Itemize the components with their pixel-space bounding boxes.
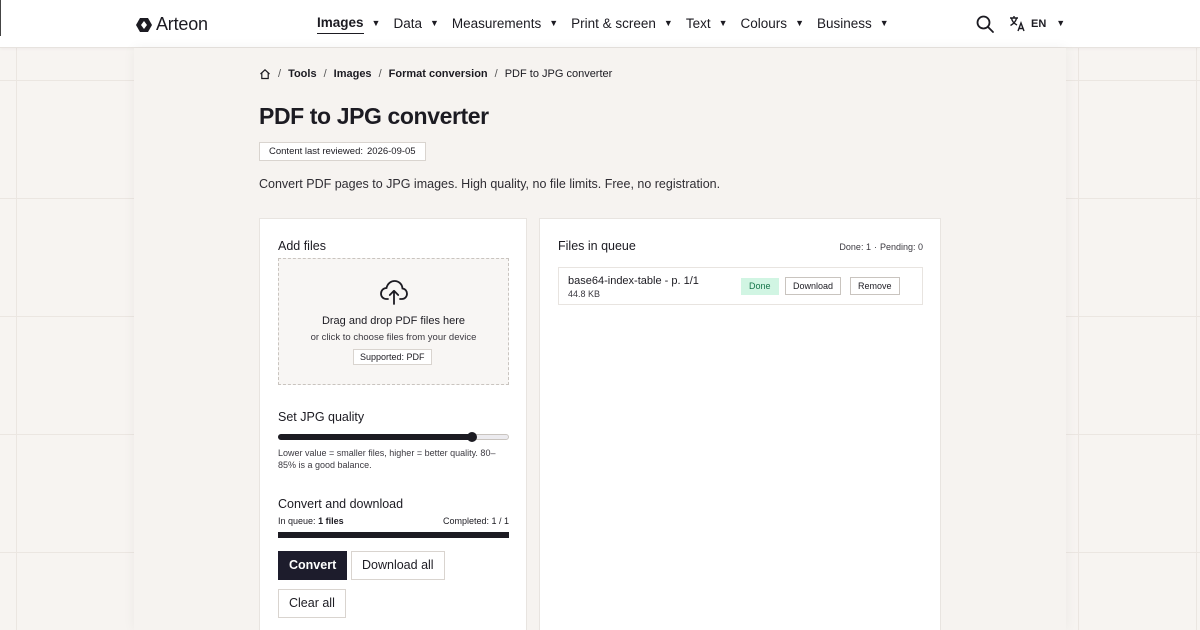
nav-item-data[interactable]: Data ▼ — [393, 16, 438, 34]
breadcrumb-separator: / — [278, 68, 282, 80]
conversion-progress-bar — [278, 532, 509, 538]
search-icon — [976, 15, 994, 33]
queue-counts: Done: 1 · Pending: 0 — [839, 242, 923, 252]
chevron-down-icon: ▼ — [879, 18, 889, 28]
nav-item-print-screen[interactable]: Print & screen ▼ — [571, 16, 673, 34]
breadcrumb: / Tools / Images / Format conversion / P… — [259, 68, 612, 80]
chevron-down-icon: ▼ — [795, 18, 804, 28]
file-size: 44.8 KB — [568, 289, 601, 299]
dropzone-subtext: or click to choose files from your devic… — [310, 332, 477, 343]
top-navigation-bar: Arteon Images ▼ Data ▼ Measurements ▼ Pr… — [0, 0, 1200, 48]
reviewed-badge: Content last reviewed: 2026-09-05 — [259, 142, 426, 161]
file-remove-button[interactable]: Remove — [850, 277, 900, 295]
chevron-down-icon: ▼ — [663, 18, 673, 28]
quality-hint: Lower value = smaller files, higher = be… — [278, 448, 496, 470]
page-subtitle: Convert PDF pages to JPG images. High qu… — [259, 177, 721, 191]
search-button[interactable] — [975, 14, 995, 34]
breadcrumb-separator: / — [494, 68, 498, 80]
status-badge: Done — [741, 278, 779, 295]
count-separator: · — [873, 242, 877, 252]
breadcrumb-link-tools[interactable]: Tools — [288, 68, 317, 80]
file-download-button[interactable]: Download — [785, 277, 842, 295]
in-queue-label: In queue: — [278, 516, 316, 526]
nav-item-label: Measurements — [451, 15, 542, 31]
breadcrumb-separator: / — [378, 68, 382, 80]
nav-item-label: Data — [393, 15, 422, 31]
window-edge — [0, 0, 1, 36]
arteon-logo-icon — [136, 17, 152, 32]
queue-status: In queue: 1 files Completed: 1 / 1 — [278, 516, 509, 526]
converter-panel: Add files Drag and drop PDF files here o… — [259, 218, 527, 630]
chevron-down-icon: ▼ — [429, 18, 439, 28]
in-queue-text: In queue: 1 files — [278, 516, 344, 526]
nav-item-label: Images — [317, 15, 364, 34]
nav-item-images[interactable]: Images ▼ — [317, 15, 380, 34]
site-logo[interactable]: Arteon — [136, 14, 208, 35]
clear-all-button[interactable]: Clear all — [278, 589, 346, 618]
main-content: / Tools / Images / Format conversion / P… — [134, 48, 1066, 630]
queue-title: Files in queue — [558, 239, 636, 253]
convert-button[interactable]: Convert — [278, 551, 348, 580]
nav-item-measurements[interactable]: Measurements ▼ — [452, 16, 558, 34]
language-code: EN — [1031, 17, 1047, 30]
convert-title: Convert and download — [278, 497, 404, 511]
download-all-button[interactable]: Download all — [351, 551, 445, 580]
dropzone-heading: Drag and drop PDF files here — [321, 315, 466, 327]
breadcrumb-separator: / — [323, 68, 327, 80]
breadcrumb-link-format-conversion[interactable]: Format conversion — [389, 68, 488, 80]
home-icon[interactable] — [259, 68, 271, 80]
slider-fill — [278, 434, 473, 440]
breadcrumb-link-images[interactable]: Images — [334, 68, 372, 80]
chevron-down-icon: ▼ — [1056, 17, 1066, 28]
nav-item-label: Business — [816, 15, 872, 31]
reviewed-label: Content last reviewed: — [269, 146, 363, 157]
slider-thumb[interactable] — [467, 432, 478, 442]
queue-file-row: base64-index-table - p. 1/1 44.8 KB Done… — [558, 267, 923, 305]
main-nav: Images ▼ Data ▼ Measurements ▼ Print & s… — [317, 15, 902, 34]
queue-panel: Files in queue Done: 1 · Pending: 0 base… — [539, 218, 941, 630]
add-files-title: Add files — [278, 239, 326, 253]
nav-item-label: Print & screen — [571, 15, 656, 31]
completed-text: Completed: 1 / 1 — [442, 516, 509, 526]
logo-text: Arteon — [156, 14, 208, 34]
file-name: base64-index-table - p. 1/1 — [568, 275, 699, 287]
chevron-down-icon: ▼ — [549, 18, 559, 28]
nav-item-business[interactable]: Business ▼ — [817, 16, 889, 34]
breadcrumb-current: PDF to JPG converter — [504, 68, 613, 80]
quality-slider[interactable] — [278, 432, 509, 442]
nav-item-text[interactable]: Text ▼ — [686, 16, 728, 34]
in-queue-value: 1 files — [318, 516, 344, 526]
reviewed-date: 2026-09-05 — [367, 146, 416, 157]
nav-item-colours[interactable]: Colours ▼ — [741, 16, 804, 34]
chevron-down-icon: ▼ — [371, 18, 381, 28]
quality-title: Set JPG quality — [278, 410, 365, 424]
pending-count: Pending: 0 — [879, 242, 923, 252]
translate-icon — [1010, 16, 1025, 32]
progress-fill — [278, 532, 509, 538]
supported-formats-badge: Supported: PDF — [353, 349, 432, 365]
done-count: Done: 1 — [839, 242, 871, 252]
cloud-upload-icon — [380, 280, 408, 305]
nav-item-label: Colours — [740, 15, 788, 31]
page-title: PDF to JPG converter — [259, 103, 489, 129]
language-selector[interactable]: EN ▼ — [1009, 15, 1065, 32]
nav-item-label: Text — [685, 15, 711, 31]
chevron-down-icon: ▼ — [718, 18, 728, 28]
file-dropzone[interactable]: Drag and drop PDF files here or click to… — [278, 258, 509, 385]
